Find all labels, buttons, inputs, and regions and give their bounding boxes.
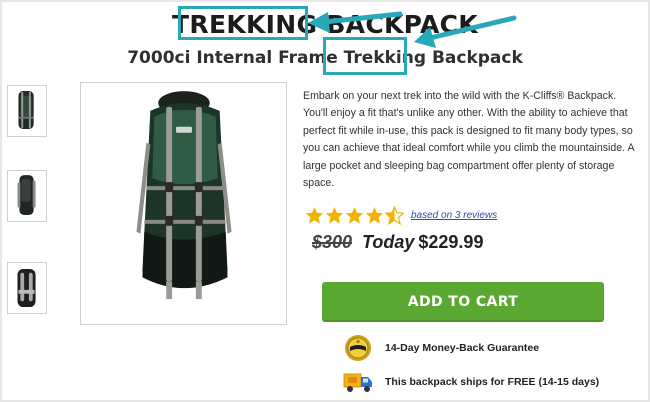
sale-price: $229.99 [418, 232, 484, 252]
guarantee-text: 14-Day Money-Back Guarantee [385, 342, 540, 354]
thumbnail-back[interactable] [7, 262, 47, 314]
free-shipping-notice: This backpack ships for FREE (14-15 days… [343, 368, 599, 396]
today-label: Today [362, 232, 415, 252]
product-description: Embark on your next trek into the wild w… [303, 90, 634, 190]
thumbnail-side[interactable] [7, 170, 47, 222]
star-icon [365, 206, 384, 224]
money-back-guarantee: 14-Day Money-Back Guarantee [343, 334, 539, 362]
page-title: TREKKING BACKPACK [172, 10, 478, 39]
reviews-link[interactable]: based on 3 reviews [411, 210, 497, 221]
backpack-thumbnail-image [17, 269, 36, 307]
product-subtitle: 7000ci Internal Frame Trekking Backpack [127, 48, 523, 68]
star-rating [305, 205, 405, 225]
product-main-image[interactable] [80, 82, 287, 325]
thumbnail-front[interactable] [7, 85, 47, 137]
backpack-thumbnail-image [17, 175, 36, 215]
star-icon [305, 206, 324, 224]
backpack-thumbnail-image [18, 91, 34, 130]
backpack-image [136, 91, 232, 300]
money-back-badge-icon [343, 334, 373, 362]
delivery-truck-icon [343, 368, 373, 396]
add-to-cart-button[interactable]: ADD TO CART [322, 282, 604, 322]
half-star-icon [385, 205, 404, 225]
shipping-text: This backpack ships for FREE (14-15 days… [385, 376, 600, 388]
product-rating: based on 3 reviews [305, 203, 497, 227]
star-icon [325, 206, 344, 224]
original-price: $300 [312, 232, 353, 252]
price-block: $300 Today $229.99 [312, 232, 483, 262]
star-icon [345, 206, 364, 224]
